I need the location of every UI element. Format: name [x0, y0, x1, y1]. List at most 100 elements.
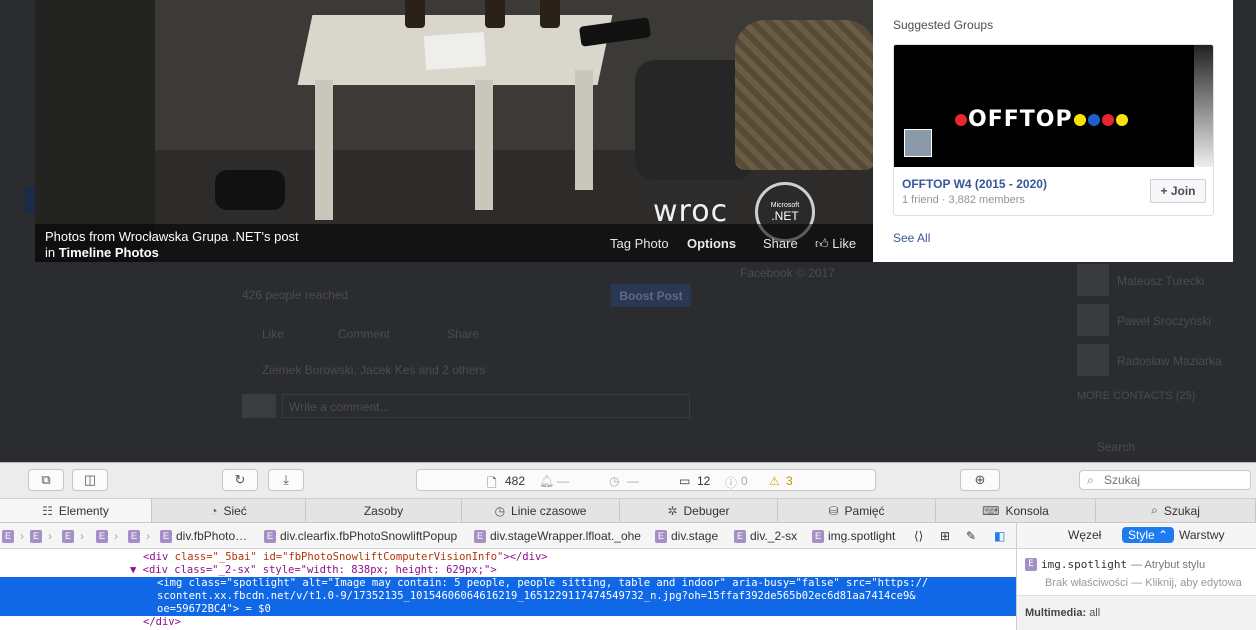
- error-icon: ⓘ: [725, 476, 738, 490]
- breadcrumb-item[interactable]: Ediv._2-sx: [734, 529, 797, 543]
- photo-paper: [423, 31, 487, 71]
- dom-node-line[interactable]: <div class="_5bai" id="fbPhotoSnowliftCo…: [0, 551, 1016, 564]
- breadcrumb-item[interactable]: Ediv.stageWrapper.lfloat._ohe: [474, 529, 641, 543]
- selected-node-line[interactable]: oe=59672BC4"> = $0: [0, 603, 1016, 616]
- inspector-search-input[interactable]: [1104, 473, 1244, 487]
- dom-node-text: </div>: [143, 616, 181, 628]
- photo-person-left: [35, 0, 155, 262]
- share-button[interactable]: Share: [763, 236, 798, 251]
- like-button[interactable]: 👍︎ Like: [815, 236, 856, 252]
- group-meta: 1 friend · 3,882 members: [902, 194, 1025, 206]
- inspector-search[interactable]: ⌕: [1079, 470, 1251, 490]
- tag-photo-button[interactable]: Tag Photo: [610, 236, 669, 251]
- tab-layers[interactable]: Warstwy: [1179, 528, 1225, 542]
- tab-node[interactable]: Węzeł: [1068, 528, 1101, 542]
- group-name-link[interactable]: OFFTOP W4 (2015 - 2020): [902, 177, 1047, 191]
- tab-memory[interactable]: ⛁ Pamięć: [778, 499, 936, 522]
- dom-node-text: oe=59672BC4"> = $0: [157, 603, 271, 615]
- tab-label: Linie czasowe: [511, 503, 587, 518]
- brush-icon[interactable]: ✎: [966, 529, 976, 543]
- photo-stage[interactable]: wroc Microsoft .NET: [35, 0, 873, 262]
- rule-empty-hint[interactable]: Brak właściwości — Kliknij, aby edytowa: [1045, 577, 1242, 589]
- chat-search[interactable]: Search: [1097, 440, 1135, 454]
- grid-icon[interactable]: ⊞: [940, 529, 950, 543]
- breadcrumb-item[interactable]: Ediv.fbPhoto…: [160, 529, 247, 543]
- photo-table-leg: [475, 80, 493, 210]
- caption-in-word: in: [45, 245, 56, 260]
- selected-node-line[interactable]: <img class="spotlight" alt="Image may co…: [0, 577, 1016, 590]
- comment-action[interactable]: Comment: [338, 327, 390, 341]
- crosshair-icon[interactable]: ⊕: [960, 469, 1000, 491]
- breadcrumb-item[interactable]: Eimg.spotlight: [812, 529, 895, 543]
- resources-icon: 🗋︎: [487, 476, 497, 490]
- group-card[interactable]: OFFTOP OFFTOP W4 (2015 - 2020) 1 friend …: [893, 44, 1214, 216]
- tab-debugger[interactable]: ✲ Debuger: [620, 499, 778, 522]
- error-count: 0: [741, 474, 748, 488]
- contact-avatar: [1077, 264, 1109, 296]
- style-rule-header[interactable]: E img.spotlight — Atrybut stylu: [1025, 558, 1205, 571]
- rule-origin: — Atrybut stylu: [1131, 558, 1206, 571]
- see-all-link[interactable]: See All: [893, 231, 930, 245]
- tab-resources[interactable]: Zasoby: [306, 499, 462, 522]
- contact-name[interactable]: Paweł Sroczyński: [1117, 314, 1211, 328]
- photo-table-leg: [575, 70, 593, 190]
- tab-timelines[interactable]: ◷ Linie czasowe: [462, 499, 620, 522]
- sidebar-toggle-icon[interactable]: ◧: [994, 529, 1005, 543]
- code-toggle-icon[interactable]: ⟨⟩: [914, 529, 923, 543]
- dock-window-icon[interactable]: ⧉: [28, 469, 64, 491]
- console-icon: ⌨: [982, 503, 1000, 518]
- inspector-tabs: ☷ Elementy ◔ Sieć Zasoby ◷ Linie czasowe ✲ D…: [0, 499, 1256, 523]
- dom-node-line[interactable]: </div>: [0, 616, 1016, 629]
- photo-bottle: [540, 0, 560, 28]
- breadcrumb-item[interactable]: Ediv.clearfix.fbPhotoSnowliftPopup: [264, 529, 457, 543]
- photo-caption-bar: Photos from Wrocławska Grupa .NET's post…: [35, 224, 873, 262]
- tab-network[interactable]: ◔ Sieć: [152, 499, 306, 522]
- comment-input[interactable]: Write a comment...: [282, 394, 690, 418]
- breadcrumb-item[interactable]: E ›: [128, 529, 152, 543]
- photo-caption-title[interactable]: Photos from Wrocławska Grupa .NET's post: [45, 229, 299, 244]
- log-count: 12: [697, 474, 711, 488]
- tab-label: Zasoby: [363, 503, 404, 518]
- breadcrumb-item[interactable]: E ›: [62, 529, 86, 543]
- tab-elements[interactable]: ☷ Elementy: [0, 499, 152, 522]
- media-value: all: [1089, 607, 1101, 619]
- breadcrumb-label: img.spotlight: [828, 529, 896, 543]
- dom-node-line[interactable]: ▼ <div class="_2-sx" style="width: 838px…: [0, 564, 1016, 577]
- photo-basket: [735, 20, 873, 170]
- dock-side-icon[interactable]: ◫: [72, 469, 108, 491]
- album-link[interactable]: Timeline Photos: [59, 245, 159, 260]
- people-reached: 426 people reached: [242, 288, 349, 302]
- badge-top-text: Microsoft: [770, 201, 800, 209]
- activity-status[interactable]: 🗋︎ 482 🔔︎ — ◷ — ▭ 12 ⓘ 0 ⚠ 3: [416, 469, 876, 491]
- boost-post-button[interactable]: Boost Post: [611, 284, 691, 307]
- bell-icon: 🔔︎: [539, 474, 555, 488]
- download-icon[interactable]: ⤓: [268, 469, 304, 491]
- breadcrumb-item[interactable]: E ›: [2, 529, 26, 543]
- join-group-button[interactable]: + Join: [1150, 179, 1206, 203]
- breadcrumb-label: div.fbPhoto…: [176, 529, 248, 543]
- footer-copyright: Facebook © 2017: [740, 266, 835, 280]
- selected-node-line[interactable]: scontent.xx.fbcdn.net/v/t1.0-9/17352135_…: [0, 590, 1016, 603]
- breadcrumb-item[interactable]: Ediv.stage: [655, 529, 718, 543]
- reactions-summary[interactable]: Ziemek Borowski, Jacek Kes and 2 others: [262, 363, 485, 377]
- load-time-dash: —: [557, 474, 569, 488]
- breadcrumb-item[interactable]: E ›: [96, 529, 120, 543]
- dom-node-text: scontent.xx.fbcdn.net/v/t1.0-9/17352135_…: [157, 590, 916, 602]
- tab-styles[interactable]: Style ⌃: [1122, 527, 1175, 543]
- contact-name[interactable]: Mateusz Turecki: [1117, 274, 1204, 288]
- cover-text: OFFTOP: [968, 107, 1073, 132]
- tab-console[interactable]: ⌨ Konsola: [936, 499, 1096, 522]
- group-member-avatar: [904, 129, 932, 157]
- breadcrumb-item[interactable]: E ›: [30, 529, 54, 543]
- share-action[interactable]: Share: [447, 327, 479, 341]
- photo-caption-album: in Timeline Photos: [45, 245, 159, 260]
- tab-search[interactable]: ⌕ Szukaj: [1096, 499, 1256, 522]
- bug-icon: ✲: [667, 503, 678, 518]
- group-cover-image[interactable]: OFFTOP: [894, 45, 1194, 167]
- photo-bottle: [485, 0, 505, 28]
- warning-icon: ⚠: [769, 474, 780, 488]
- contact-name[interactable]: Radosław Maziarka: [1117, 354, 1222, 368]
- like-action[interactable]: Like: [262, 327, 284, 341]
- options-button[interactable]: Options: [687, 236, 736, 251]
- reload-icon[interactable]: ↻: [222, 469, 258, 491]
